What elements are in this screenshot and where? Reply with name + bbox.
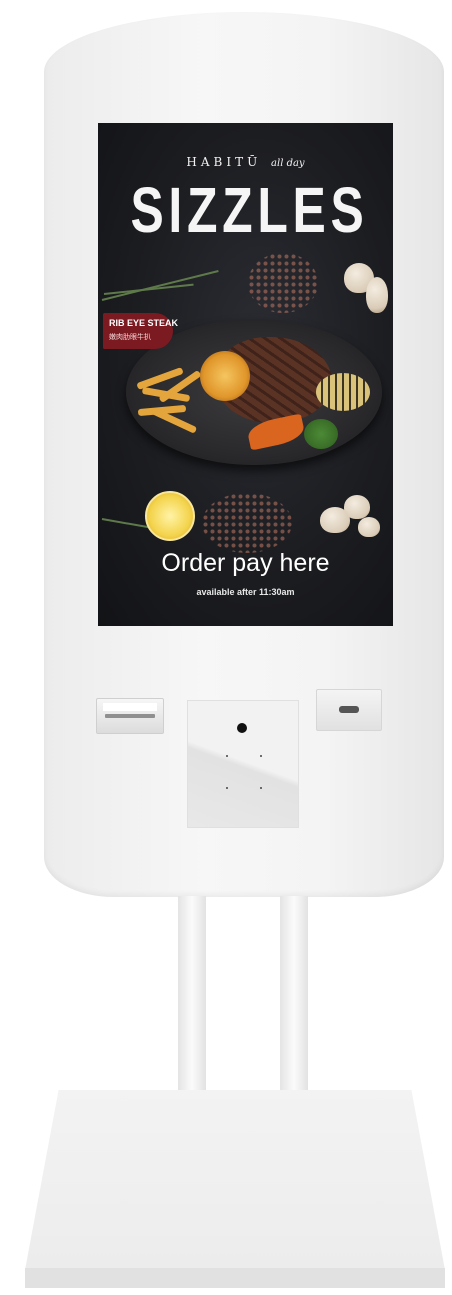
stand-base bbox=[25, 1090, 445, 1270]
grilled-onion-image bbox=[200, 351, 250, 401]
broccoli-image bbox=[304, 419, 338, 449]
card-reader-slot[interactable] bbox=[96, 698, 164, 734]
touch-screen[interactable]: HABITŪ all day SIZZLES RIB EYE STEAK 嫩肉肋… bbox=[98, 123, 393, 626]
order-pay-text: Order pay here bbox=[161, 549, 330, 577]
rosemary-sprig bbox=[101, 269, 219, 301]
spice-pile bbox=[202, 493, 292, 553]
peppercorns bbox=[248, 253, 318, 313]
badge-subtitle: 嫩肉肋眼牛扒 bbox=[109, 334, 151, 341]
usb-port-hole bbox=[339, 706, 359, 713]
usb-port[interactable] bbox=[316, 689, 382, 731]
mushroom-image bbox=[366, 277, 388, 313]
availability-text: available after 11:30am bbox=[196, 587, 295, 597]
brand-logo: HABITŪ all day bbox=[98, 155, 393, 169]
stand-base-edge bbox=[25, 1268, 445, 1288]
garlic-image bbox=[358, 517, 380, 537]
card-slit bbox=[105, 714, 155, 718]
brand-name: HABITŪ bbox=[186, 155, 262, 169]
grilled-vegetable-image bbox=[316, 373, 370, 411]
brand-tagline: all day bbox=[271, 158, 305, 169]
garlic-image bbox=[344, 495, 370, 519]
camera-scanner-module bbox=[187, 700, 299, 828]
headline: SIZZLES bbox=[130, 174, 369, 246]
lemon-image bbox=[145, 491, 195, 541]
rib-eye-badge: RIB EYE STEAK 嫩肉肋眼牛扒 bbox=[103, 313, 178, 349]
sensor-dot bbox=[226, 787, 228, 789]
sensor-dot bbox=[226, 755, 228, 757]
sensor-dot bbox=[260, 755, 262, 757]
badge-title: RIB EYE STEAK bbox=[109, 318, 179, 328]
sensor-dot bbox=[260, 787, 262, 789]
rosemary-sprig bbox=[103, 283, 194, 295]
camera-icon bbox=[237, 723, 247, 733]
